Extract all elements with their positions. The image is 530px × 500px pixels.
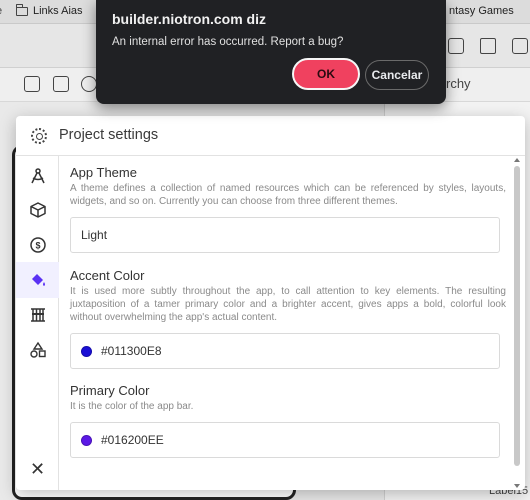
add-box-icon[interactable] — [53, 76, 69, 92]
theme-section-title: App Theme — [70, 165, 137, 180]
sidebar-item-monetization[interactable]: $ — [16, 227, 59, 263]
alert-title: builder.niotron.com diz — [112, 11, 266, 27]
theme-select[interactable]: Light — [70, 217, 500, 253]
ok-button[interactable]: OK — [292, 58, 360, 90]
accent-section-title: Accent Color — [70, 268, 145, 283]
grid-icon[interactable] — [512, 38, 528, 54]
sidebar-item-components[interactable] — [16, 332, 59, 368]
window-icon[interactable] — [448, 38, 464, 54]
settings-sidebar: $ ✕ — [16, 156, 59, 490]
primary-color-picker[interactable]: #016200EE — [70, 422, 500, 458]
bookmark-label: Links Aias — [33, 5, 83, 17]
browser-alert-dialog: builder.niotron.com diz An internal erro… — [96, 0, 446, 104]
close-settings-button[interactable]: ✕ — [16, 454, 59, 484]
sidebar-item-blocks[interactable] — [16, 297, 59, 333]
scroll-down-arrow-icon[interactable] — [514, 484, 520, 488]
alert-message: An internal error has occurred. Report a… — [112, 36, 344, 48]
abacus-icon — [30, 308, 45, 322]
folder-icon — [15, 3, 28, 16]
accent-color-value: #011300E8 — [101, 344, 162, 358]
paint-bucket-icon — [31, 274, 45, 286]
primary-section-description: It is the color of the app bar. — [70, 401, 194, 412]
bookmark-label: ntasy Games — [449, 5, 514, 17]
content-scrollbar[interactable] — [513, 156, 521, 490]
sidebar-item-theming[interactable] — [16, 262, 59, 298]
scroll-up-arrow-icon[interactable] — [514, 158, 520, 162]
primary-color-value: #016200EE — [101, 433, 164, 447]
bookmark-folder-games[interactable]: ntasy Games — [449, 5, 514, 17]
shapes-icon — [29, 341, 46, 358]
settings-content: App Theme A theme defines a collection o… — [60, 156, 522, 490]
gear-icon — [31, 128, 47, 144]
layers-icon[interactable] — [24, 76, 40, 92]
cancel-button[interactable]: Cancelar — [365, 60, 429, 90]
sidebar-item-packaging[interactable] — [16, 192, 59, 228]
accent-section-description: It is used more subtly throughout the ap… — [70, 286, 506, 323]
sidebar-item-general[interactable] — [16, 158, 59, 194]
modal-header: Project settings — [16, 116, 525, 156]
cube-icon — [29, 202, 46, 218]
accent-color-picker[interactable]: #011300E8 — [70, 333, 500, 369]
bookmark-folder-links[interactable]: Links Aias — [15, 3, 83, 17]
folder-open-icon[interactable] — [480, 38, 496, 54]
hierarchy-panel-title: rchy — [446, 76, 471, 91]
scroll-thumb[interactable] — [514, 166, 520, 466]
project-settings-modal: Project settings $ ✕ App Theme A theme d… — [16, 116, 525, 490]
theme-value: Light — [81, 228, 108, 242]
cancel-circle-icon[interactable] — [81, 76, 97, 92]
dollar-coin-icon: $ — [29, 237, 46, 253]
primary-section-title: Primary Color — [70, 383, 150, 398]
svg-text:$: $ — [35, 241, 40, 251]
bookmark-item-partial[interactable]: e — [0, 5, 2, 17]
theme-section-description: A theme defines a collection of named re… — [70, 183, 506, 207]
modal-title: Project settings — [59, 127, 159, 143]
compass-icon — [30, 168, 45, 184]
accent-color-swatch — [81, 345, 92, 357]
primary-color-swatch — [81, 434, 92, 446]
close-icon: ✕ — [29, 458, 46, 479]
